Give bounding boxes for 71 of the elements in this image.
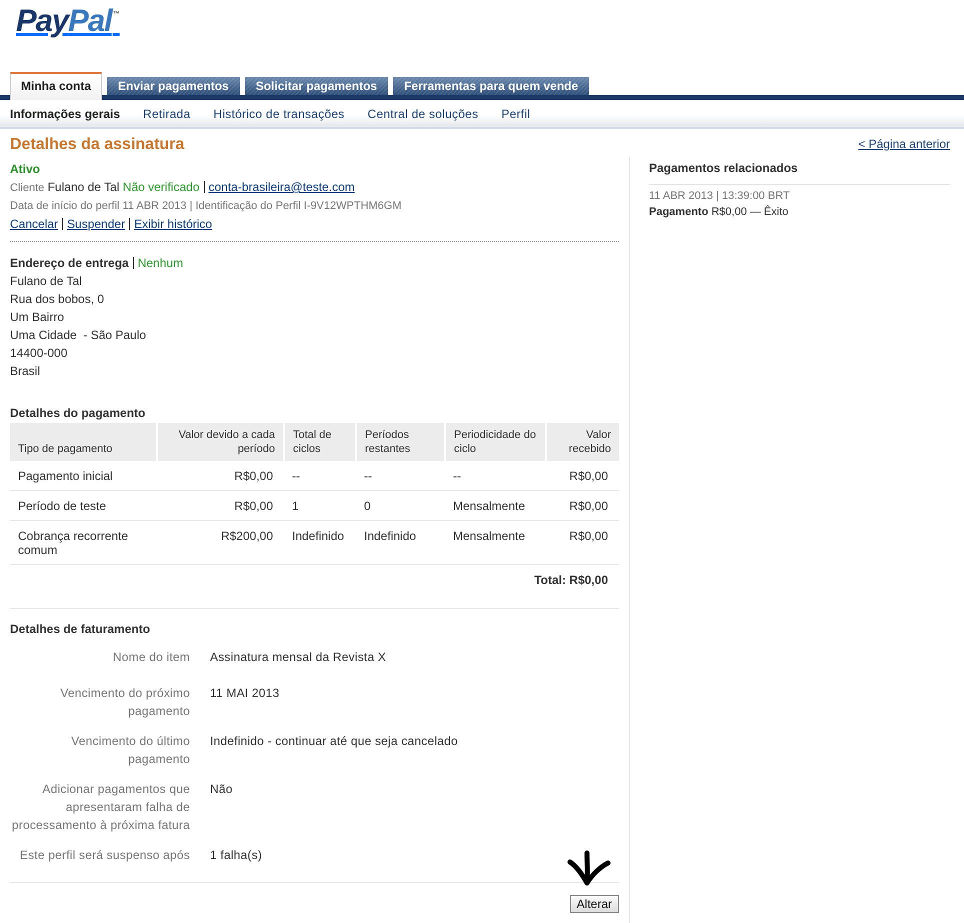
nav-tab[interactable]: Ferramentas para quem vende bbox=[393, 77, 590, 95]
customer-label: Cliente bbox=[10, 182, 44, 194]
address-line: Brasil bbox=[10, 363, 42, 380]
change-button[interactable]: Alterar bbox=[570, 895, 619, 913]
action-link[interactable]: Exibir histórico bbox=[134, 217, 212, 231]
field-label: Nome do item bbox=[112, 649, 190, 666]
section-title: Pagamentos relacionados bbox=[649, 159, 950, 185]
table-cell: Período de teste bbox=[10, 490, 157, 520]
action-link[interactable]: Cancelar bbox=[10, 217, 58, 231]
field-value: Assinatura mensal da Revista X bbox=[210, 649, 386, 666]
subnav-link[interactable]: Perfil bbox=[501, 104, 530, 122]
nav-tab[interactable]: Minha conta bbox=[10, 72, 102, 100]
table-cell: R$0,00 bbox=[546, 490, 619, 520]
payment-date: 11 ABR 2013 | 13:39:00 BRT bbox=[649, 189, 791, 204]
table-cell: R$200,00 bbox=[157, 520, 284, 564]
subnav-link[interactable]: Retirada bbox=[143, 104, 190, 122]
field-label: Vencimento do último pagamento bbox=[70, 733, 190, 768]
table-cell: -- bbox=[356, 461, 445, 490]
table-cell: Indefinido bbox=[284, 520, 356, 564]
action-link[interactable]: Suspender bbox=[67, 217, 126, 231]
column-header: Periodicidade do ciclo bbox=[445, 423, 546, 461]
table-cell: 0 bbox=[356, 490, 445, 520]
table-cell: Mensalmente bbox=[445, 520, 546, 564]
nav-tab[interactable]: Enviar pagamentos bbox=[107, 77, 240, 95]
subnav-link[interactable]: Histórico de transações bbox=[213, 104, 345, 122]
table-cell: Pagamento inicial bbox=[10, 461, 157, 490]
table-cell: R$0,00 bbox=[157, 490, 284, 520]
column-header: Total de ciclos bbox=[284, 423, 356, 461]
subnav-link[interactable]: Central de soluções bbox=[368, 104, 478, 122]
column-header: Valor recebido bbox=[546, 423, 619, 461]
down-arrow-icon bbox=[567, 850, 611, 886]
status-text: Ativo bbox=[10, 161, 41, 178]
section-title: Detalhes de faturamento bbox=[10, 621, 152, 637]
field-value: 11 MAI 2013 bbox=[210, 685, 280, 702]
section-title: Detalhes do pagamento bbox=[10, 405, 146, 421]
shipping-value: Nenhum bbox=[138, 256, 184, 270]
table-cell: -- bbox=[284, 461, 356, 490]
customer-name: Fulano de Tal bbox=[48, 180, 120, 194]
shipping-label: Endereço de entrega bbox=[10, 256, 129, 270]
address-line: 14400-000 bbox=[10, 345, 68, 362]
nav-tab[interactable]: Solicitar pagamentos bbox=[244, 77, 388, 95]
table-cell: R$0,00 bbox=[157, 461, 284, 490]
verification-status: Não verificado bbox=[122, 180, 200, 194]
table-cell: -- bbox=[445, 461, 546, 490]
table-cell: R$0,00 bbox=[546, 461, 619, 490]
profile-info: Data de início do perfil 11 ABR 2013 | Identificação do Perfil I-9V12WPTHM6GM bbox=[10, 199, 403, 214]
field-label: Este perfil será suspenso após bbox=[18, 847, 190, 864]
address-line: Uma Cidade - São Paulo bbox=[10, 327, 148, 344]
table-cell: Mensalmente bbox=[445, 490, 546, 520]
column-header: Períodos restantes bbox=[356, 423, 445, 461]
column-header: Valor devido a cada período bbox=[157, 423, 284, 461]
email-link[interactable]: conta-brasileira@teste.com bbox=[208, 180, 355, 194]
page-title: Detalhes da assinatura bbox=[10, 135, 184, 155]
table-cell: Indefinido bbox=[356, 520, 445, 564]
field-label: Adicionar pagamentos que apresentaram falha de processamento à próxima fatura bbox=[10, 781, 190, 834]
total-amount: Total: R$0,00 bbox=[534, 573, 608, 587]
field-value: 1 falha(s) bbox=[210, 847, 262, 864]
table-cell: R$0,00 bbox=[546, 520, 619, 564]
paypal-logo[interactable]: PayPal$^{™}$ bbox=[16, 6, 120, 36]
back-link[interactable]: < Página anterior bbox=[858, 136, 950, 152]
table-cell: 1 bbox=[284, 490, 356, 520]
table-cell: Cobrança recorrente comum bbox=[10, 520, 157, 564]
payment-summary: Pagamento R$0,00 — Êxito bbox=[649, 204, 790, 220]
address-line: Rua dos bobos, 0 bbox=[10, 291, 106, 308]
field-value: Indefinido - continuar até que seja cancelado bbox=[210, 733, 458, 750]
column-header: Tipo de pagamento bbox=[10, 423, 157, 461]
subnav-link[interactable]: Informações gerais bbox=[10, 104, 120, 122]
address-line: Fulano de Tal bbox=[10, 273, 83, 290]
address-line: Um Bairro bbox=[10, 309, 66, 326]
field-value: Não bbox=[210, 781, 233, 798]
field-label: Vencimento do próximo pagamento bbox=[59, 685, 190, 720]
